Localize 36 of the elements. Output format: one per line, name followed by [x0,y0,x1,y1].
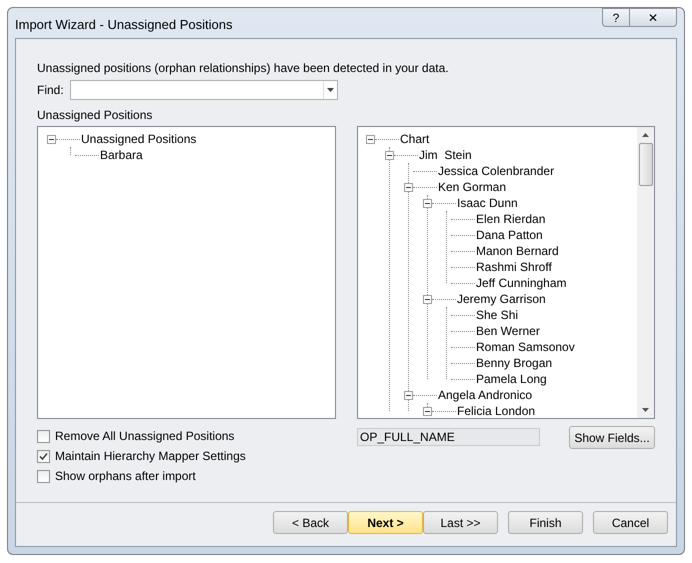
help-button[interactable]: ? [602,8,630,27]
tree-node[interactable]: She Shi [475,307,520,323]
tree-node[interactable]: Jeff Cunningham [475,275,568,291]
tree-node[interactable]: Jeremy Garrison [456,291,547,307]
tree-node[interactable]: Jessica Colenbrander [437,163,556,179]
tree-node[interactable]: Barbara [99,147,144,163]
wizard-button[interactable]: Last >> [423,511,498,534]
intro-text: Unassigned positions (orphan relationships) have been detected in your data. [37,60,450,75]
wizard-button[interactable]: Cancel [593,511,668,534]
tree-node[interactable]: Benny Brogan [475,355,554,371]
close-button[interactable]: ✕ [630,8,677,27]
option-label: Remove All Unassigned Positions [55,428,234,445]
show-fields-button[interactable]: Show Fields... [569,426,655,449]
wizard-button[interactable]: Finish [508,511,583,534]
tree-node[interactable]: Felicia London [456,403,536,418]
option-label: Maintain Hierarchy Mapper Settings [55,448,246,465]
tree-node[interactable]: Angela Andronico [437,387,534,403]
option-label: Show orphans after import [55,468,196,485]
tree-node[interactable]: Chart [399,131,430,147]
tree-node[interactable]: Dana Patton [475,227,544,243]
wizard-button[interactable]: < Back [273,511,348,534]
tree-node[interactable]: Pamela Long [475,371,548,387]
tree-node[interactable]: Rashmi Shroff [475,259,553,275]
tree-node[interactable]: Jim Stein [418,147,473,163]
window-title: Import Wizard - Unassigned Positions [15,16,234,34]
tree-node[interactable]: Ben Werner [475,323,541,339]
find-label: Find: [37,82,64,99]
tree-node[interactable]: Unassigned Positions [80,131,198,147]
tree-node[interactable]: Manon Bernard [475,243,560,259]
field-name-box: OP_FULL_NAME [357,428,540,446]
tree-node[interactable]: Isaac Dunn [456,195,519,211]
tree-node[interactable]: Elen Rierdan [475,211,546,227]
section-label: Unassigned Positions [37,107,154,122]
tree-node[interactable]: Ken Gorman [437,179,508,195]
tree-node[interactable]: Roman Samsonov [475,339,576,355]
wizard-button[interactable]: Next > [348,511,423,534]
